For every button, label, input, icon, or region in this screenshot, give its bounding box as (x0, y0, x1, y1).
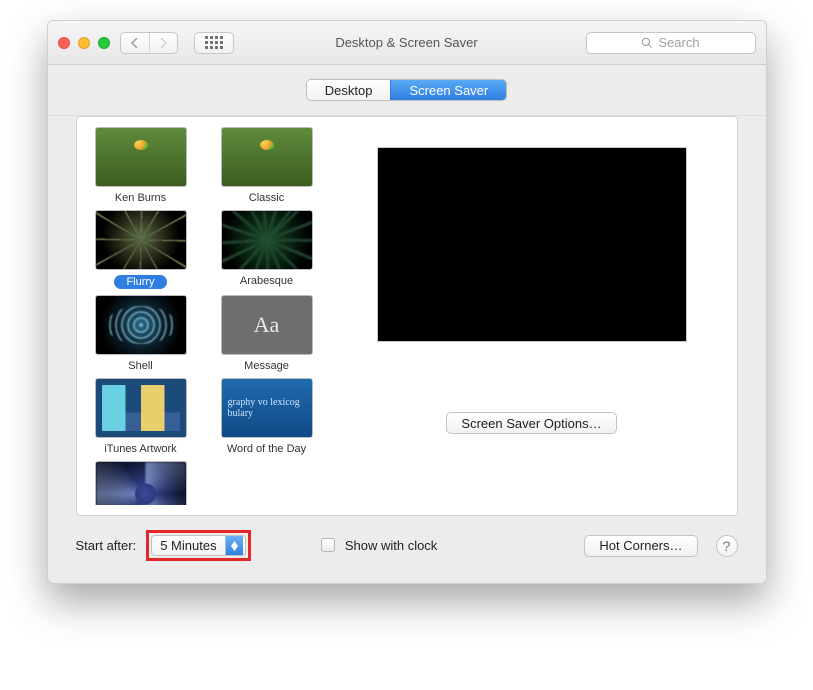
start-after-popup[interactable]: 5 Minutes (151, 535, 246, 556)
grid-icon (205, 36, 223, 49)
tab-desktop[interactable]: Desktop (307, 80, 391, 100)
zoom-window-button[interactable] (98, 37, 110, 49)
screensaver-item-random[interactable]: Random (87, 461, 195, 505)
screensaver-panel: Ken Burns Classic Flurry Arabesque Shell Aa Me… (76, 116, 738, 516)
screensaver-thumb (95, 461, 187, 505)
screensaver-label: Flurry (87, 275, 195, 289)
word-of-the-day-thumb-text: graphy vo lexicog bulary (222, 393, 312, 423)
screensaver-thumb: graphy vo lexicog bulary (221, 378, 313, 438)
screensaver-item-classic[interactable]: Classic (213, 127, 321, 204)
nav-back-forward (120, 32, 178, 54)
help-button[interactable]: ? (716, 535, 738, 557)
screensaver-label: Message (213, 360, 321, 372)
search-input[interactable]: Search (586, 32, 756, 54)
screensaver-list[interactable]: Ken Burns Classic Flurry Arabesque Shell Aa Me… (87, 127, 327, 505)
close-window-button[interactable] (58, 37, 70, 49)
screensaver-label: iTunes Artwork (87, 443, 195, 455)
screensaver-item-wotd[interactable]: graphy vo lexicog bulary Word of the Day (213, 378, 321, 455)
annotation-highlight: 5 Minutes (146, 530, 251, 561)
screensaver-label: Word of the Day (213, 443, 321, 455)
minimize-window-button[interactable] (78, 37, 90, 49)
show-with-clock-row: Show with clock (321, 538, 437, 553)
titlebar: Desktop & Screen Saver Search (48, 21, 766, 65)
nav-forward-button[interactable] (149, 33, 177, 53)
start-after-value: 5 Minutes (152, 536, 224, 555)
screensaver-thumb (95, 378, 187, 438)
tab-screen-saver[interactable]: Screen Saver (390, 80, 506, 100)
screensaver-item-ken_burns[interactable]: Ken Burns (87, 127, 195, 204)
show-with-clock-checkbox[interactable] (321, 538, 335, 552)
screensaver-options-button[interactable]: Screen Saver Options… (446, 412, 616, 434)
tab-segmented: Desktop Screen Saver (306, 79, 507, 101)
screensaver-label: Classic (213, 192, 321, 204)
preview-area: Screen Saver Options… (339, 127, 737, 505)
screensaver-label: Shell (87, 360, 195, 372)
screensaver-thumb (221, 127, 313, 187)
screensaver-item-flurry[interactable]: Flurry (87, 210, 195, 289)
stepper-arrows-icon (225, 536, 243, 555)
screensaver-item-shell[interactable]: Shell (87, 295, 195, 372)
nav-back-button[interactable] (121, 33, 149, 53)
traffic-lights (58, 37, 110, 49)
show-all-button[interactable] (194, 32, 234, 54)
start-after-label: Start after: (76, 538, 137, 553)
prefs-window: Desktop & Screen Saver Search Desktop Sc… (47, 20, 767, 584)
selection-pill: Flurry (114, 275, 166, 289)
preview-content (378, 148, 686, 341)
screensaver-thumb (95, 127, 187, 187)
screensaver-item-itunes[interactable]: iTunes Artwork (87, 378, 195, 455)
screensaver-thumb (95, 295, 187, 355)
screensaver-label: Arabesque (213, 275, 321, 287)
tab-row: Desktop Screen Saver (48, 65, 766, 116)
screensaver-item-arabesque[interactable]: Arabesque (213, 210, 321, 289)
screensaver-item-message[interactable]: Aa Message (213, 295, 321, 372)
screensaver-thumb: Aa (221, 295, 313, 355)
screensaver-label: Ken Burns (87, 192, 195, 204)
screensaver-thumb (95, 210, 187, 270)
content-area: Ken Burns Classic Flurry Arabesque Shell Aa Me… (48, 116, 766, 583)
preview-frame (377, 147, 687, 342)
search-placeholder: Search (658, 35, 699, 50)
search-icon (641, 37, 653, 49)
bottom-controls: Start after: 5 Minutes Show with clock H… (76, 530, 738, 561)
hot-corners-button[interactable]: Hot Corners… (584, 535, 697, 557)
screensaver-thumb (221, 210, 313, 270)
show-with-clock-label: Show with clock (345, 538, 437, 553)
